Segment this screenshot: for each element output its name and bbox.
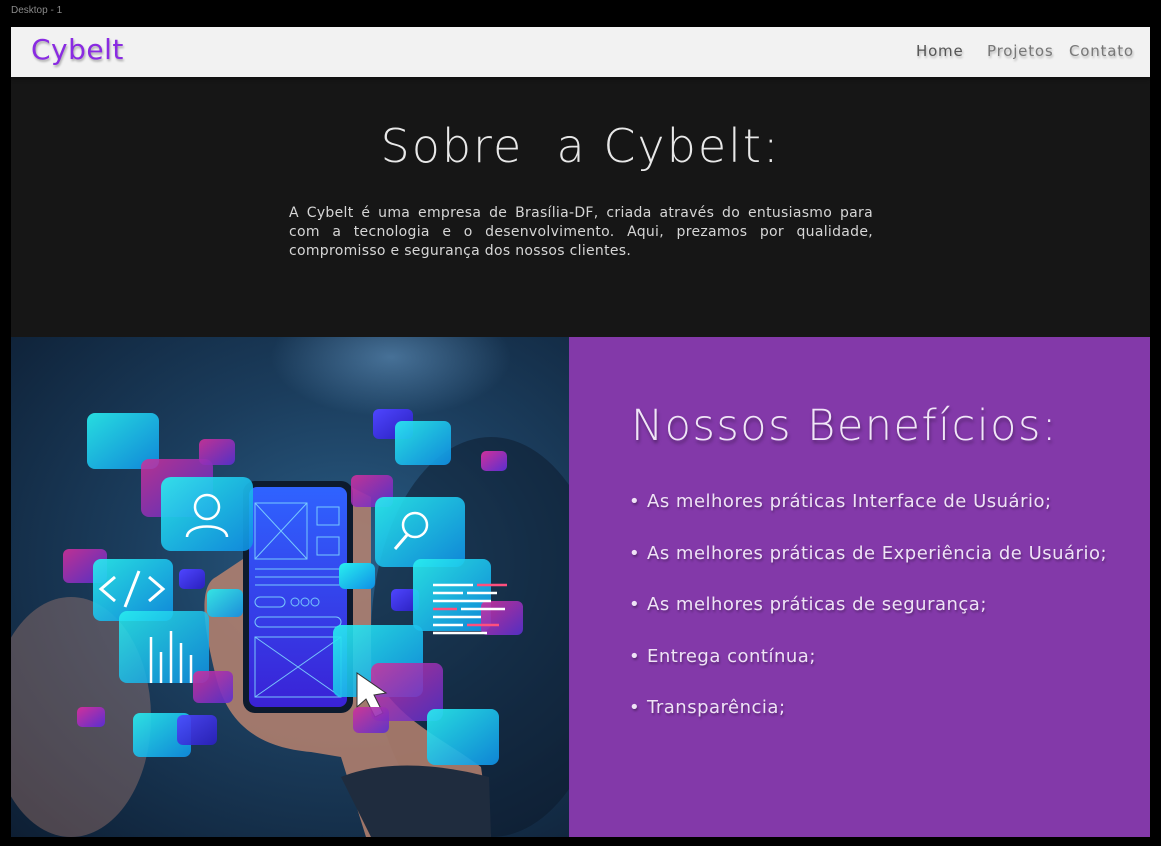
hand-phone-apps-illustration (11, 337, 569, 837)
bullet-icon: • (629, 542, 641, 564)
benefit-item: • Entrega contínua; (629, 646, 1107, 698)
nav-link-projetos[interactable]: Projetos (987, 42, 1053, 60)
benefit-text: As melhores práticas de segurança; (647, 594, 987, 615)
benefit-text: As melhores práticas Interface de Usuári… (647, 491, 1052, 512)
benefits-list: • As melhores práticas Interface de Usuár… (629, 491, 1107, 749)
brand-logo[interactable]: Cybelt (31, 33, 124, 66)
benefit-text: Entrega contínua; (647, 645, 816, 667)
hero-technology-image (11, 337, 569, 837)
canvas-frame-label: Desktop - 1 (11, 5, 63, 16)
benefits-title: Nossos Benefícios: (631, 401, 1058, 451)
benefit-item: • As melhores práticas de Experiência de … (629, 543, 1107, 595)
benefit-text: Transparência; (647, 697, 786, 718)
nav-link-home[interactable]: Home (916, 42, 964, 60)
nav-link-contato[interactable]: Contato (1069, 42, 1134, 60)
benefit-item: • As melhores práticas Interface de Usuár… (629, 491, 1107, 543)
bullet-icon: • (629, 697, 641, 718)
benefit-item: • Transparência; (629, 697, 1107, 749)
about-title: Sobre a Cybelt: (380, 119, 781, 173)
benefits-section: Nossos Benefícios: • As melhores práticas… (569, 337, 1150, 837)
desktop-frame: Cybelt Home Projetos Contato Sobre a Cyb… (11, 27, 1150, 837)
bullet-icon: • (629, 594, 641, 615)
bullet-icon: • (629, 491, 641, 512)
bullet-icon: • (629, 645, 641, 667)
benefit-item: • As melhores práticas de segurança; (629, 594, 1107, 646)
about-description: A Cybelt é uma empresa de Brasília-DF, c… (289, 205, 873, 259)
header-navbar: Cybelt Home Projetos Contato (11, 27, 1150, 77)
benefit-text: As melhores práticas de Experiência de U… (647, 542, 1108, 564)
